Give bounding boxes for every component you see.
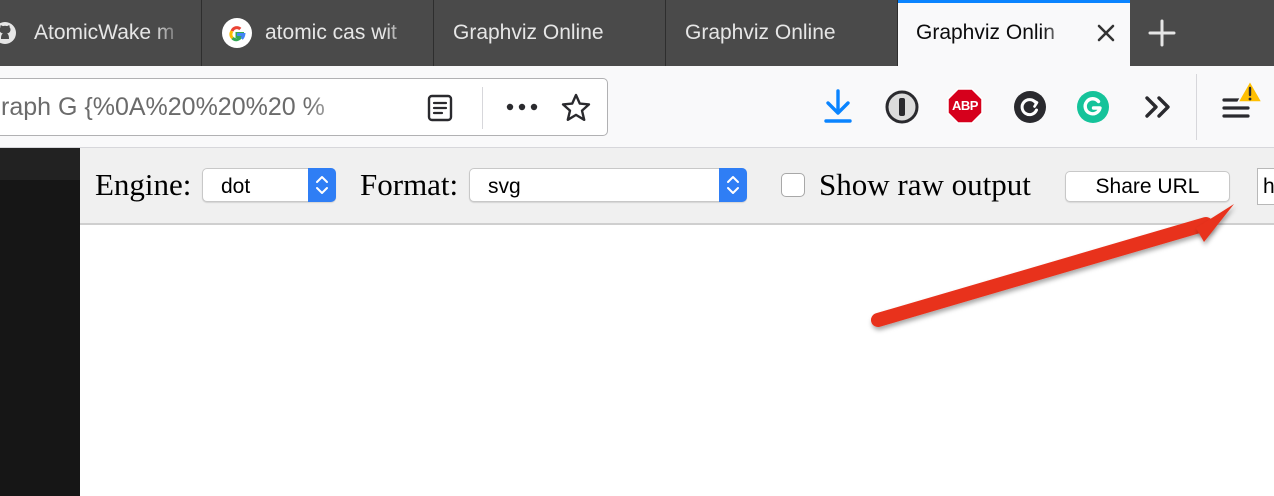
navigation-toolbar: raph G {%0A%20%20%20 % ABP [0, 66, 1274, 148]
tab-atomicwake[interactable]: AtomicWake m [0, 0, 202, 66]
tab-label: Graphviz Online [685, 21, 836, 44]
engine-label: Engine: [95, 167, 192, 202]
dark-side-header [0, 148, 80, 180]
new-tab-button[interactable] [1130, 0, 1194, 66]
tab-graphviz-2[interactable]: Graphviz Online [666, 0, 898, 66]
tab-strip: AtomicWake m atomic cas wit Graphviz Onl… [0, 0, 1274, 66]
select-arrows-icon [727, 176, 739, 194]
engine-select[interactable]: dot [202, 168, 336, 202]
page-actions-icon[interactable] [504, 99, 540, 115]
toolbar-separator [1196, 74, 1197, 140]
grammarly-icon[interactable] [1076, 90, 1110, 124]
tab-label: Graphviz Online [453, 21, 604, 44]
share-url-field-text: h [1263, 175, 1274, 198]
raw-output-checkbox[interactable] [781, 173, 805, 197]
engine-select-value: dot [221, 175, 251, 198]
tab-graphviz-1[interactable]: Graphviz Online [434, 0, 666, 66]
tab-graphviz-active[interactable]: Graphviz Onlin [898, 0, 1130, 66]
adblock-plus-icon[interactable]: ABP [947, 88, 983, 124]
password-manager-icon[interactable] [885, 90, 919, 124]
select-arrows-icon [316, 176, 328, 194]
format-select[interactable]: svg [469, 168, 747, 202]
menu-hamburger-icon[interactable] [1219, 80, 1267, 126]
reader-view-icon[interactable] [425, 93, 455, 123]
tab-label: Graphviz Onlin [916, 21, 1055, 44]
overflow-chevron-icon[interactable] [1143, 94, 1175, 120]
tab-atomic-cas[interactable]: atomic cas wit [202, 0, 434, 66]
abp-label: ABP [952, 98, 978, 113]
tab-label: atomic cas wit [265, 21, 397, 44]
close-icon[interactable] [1092, 19, 1120, 47]
address-bar-text[interactable]: raph G {%0A%20%20%20 % [1, 93, 361, 122]
dark-side-panel [0, 148, 80, 496]
address-bar-divider [482, 87, 483, 129]
format-select-stepper [719, 168, 747, 202]
bookmark-star-icon[interactable] [560, 92, 592, 124]
format-select-value: svg [488, 175, 521, 198]
annotation-arrow-head [1196, 204, 1234, 242]
google-icon [222, 18, 252, 48]
plus-icon [1148, 19, 1176, 47]
engine-select-stepper [308, 168, 336, 202]
share-url-field[interactable]: h [1257, 168, 1274, 205]
download-icon[interactable] [822, 88, 854, 124]
address-bar[interactable]: raph G {%0A%20%20%20 % [0, 78, 608, 136]
format-label: Format: [360, 167, 459, 202]
refresh-extension-icon[interactable] [1013, 90, 1047, 124]
github-icon [0, 22, 16, 44]
tab-label: AtomicWake m [34, 21, 175, 44]
